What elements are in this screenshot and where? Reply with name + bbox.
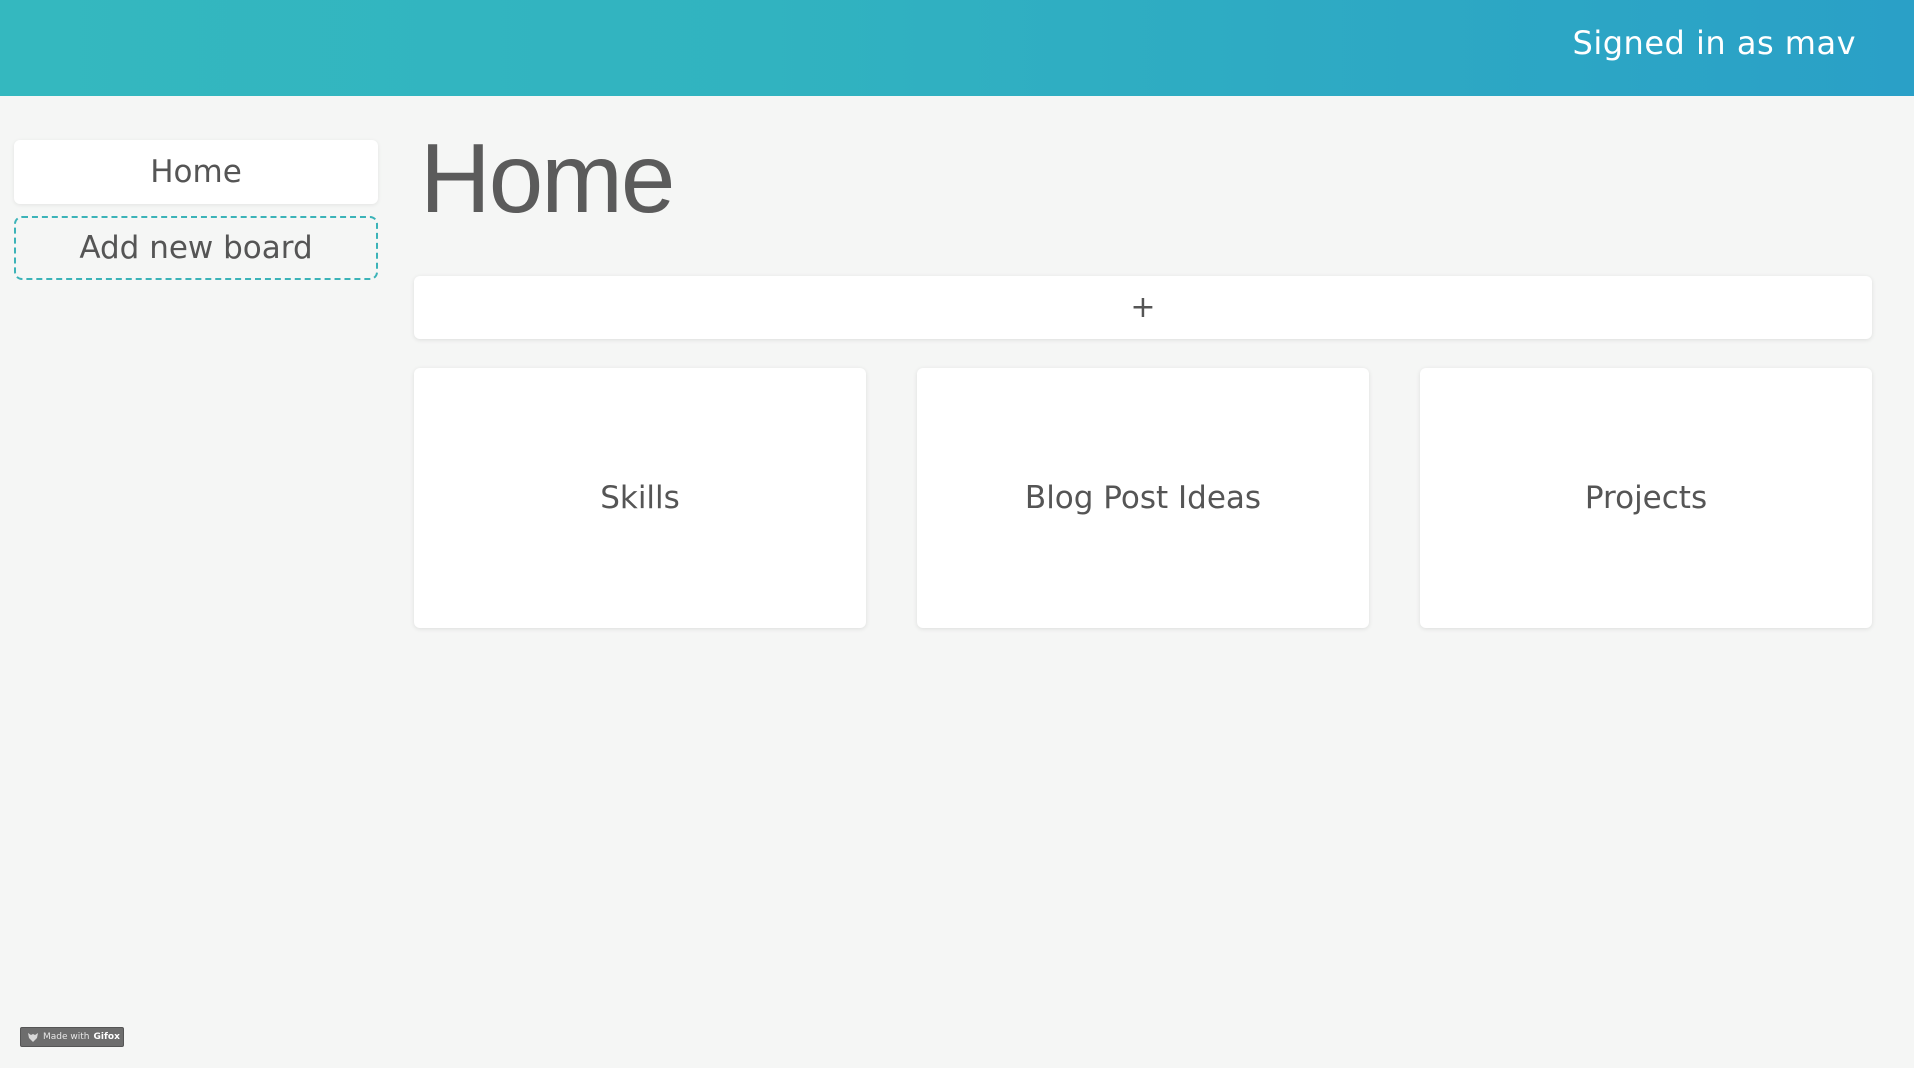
badge-prefix: Made with [43, 1032, 90, 1042]
board-card-projects[interactable]: Projects [1420, 368, 1872, 628]
board-grid: Skills Blog Post Ideas Projects [414, 368, 1872, 628]
add-board-button[interactable]: + [414, 276, 1872, 339]
top-bar: Signed in as mav [0, 0, 1914, 96]
sidebar-item-home[interactable]: Home [14, 140, 378, 204]
board-card-skills[interactable]: Skills [414, 368, 866, 628]
gifox-badge[interactable]: Made with Gifox [20, 1027, 124, 1047]
signed-in-status[interactable]: Signed in as mav [1573, 24, 1856, 62]
sidebar: Home Add new board [14, 140, 378, 280]
board-card-blog-post-ideas[interactable]: Blog Post Ideas [917, 368, 1369, 628]
add-new-board-button[interactable]: Add new board [14, 216, 378, 280]
fox-icon [27, 1031, 39, 1043]
page-title: Home [420, 123, 675, 233]
badge-brand: Gifox [93, 1032, 120, 1042]
